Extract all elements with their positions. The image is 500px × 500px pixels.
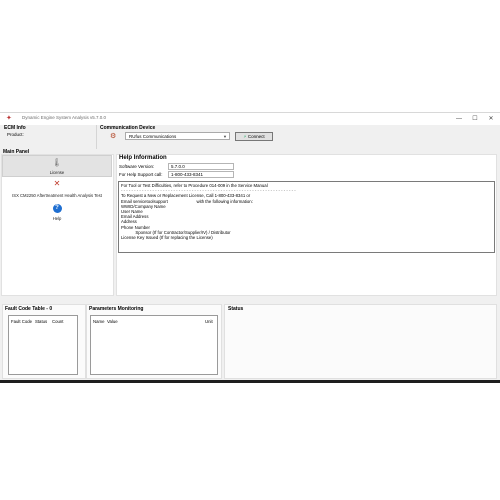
- fault-code-table[interactable]: Fault Code Status Count: [8, 315, 78, 375]
- connect-button-label: Connect: [247, 134, 265, 139]
- license-button-label: License: [49, 170, 65, 175]
- product-label: Product:: [7, 132, 24, 137]
- application-window: ✦ Dynamic Engine System Analysis v5.7.0.…: [0, 112, 500, 383]
- wrench-icon: ✕: [53, 179, 61, 188]
- license-button[interactable]: 🌡 License: [2, 155, 112, 177]
- column-header-count[interactable]: Count: [52, 319, 63, 324]
- minimize-button[interactable]: —: [452, 114, 466, 124]
- support-phone-field: 1-800-433-8341: [168, 171, 234, 178]
- ecm-info-label: ECM Info: [4, 125, 26, 131]
- plug-icon: ⚡: [243, 134, 247, 139]
- selected-device-text: RUfus Communications: [129, 134, 177, 139]
- close-button[interactable]: ✕: [484, 114, 498, 124]
- communication-device-select[interactable]: RUfus Communications ▼: [125, 132, 230, 140]
- title-bar: ✦ Dynamic Engine System Analysis v5.7.0.…: [0, 113, 500, 125]
- help-button-label: Help: [52, 216, 62, 221]
- support-phone-label: For Help Support call:: [119, 172, 163, 177]
- column-header-name[interactable]: Name: [93, 319, 104, 324]
- help-information-title: Help Information: [119, 155, 167, 161]
- thermometer-icon: 🌡: [51, 158, 63, 167]
- fault-code-table-label: Fault Code Table - 0: [5, 306, 53, 312]
- software-version-field: 5.7.0.0: [168, 163, 234, 170]
- software-version-label: Software Version:: [119, 164, 155, 169]
- help-line: License Key Issued (If for replacing the…: [121, 235, 213, 241]
- taskbar-edge: [0, 380, 500, 383]
- fault-code-group: Fault Code Table - 0 Fault Code Status C…: [2, 304, 86, 379]
- status-group: Status: [224, 304, 497, 379]
- help-button[interactable]: ? Help: [2, 200, 112, 222]
- column-header-status[interactable]: Status: [35, 319, 47, 324]
- parameters-monitoring-group: Parameters Monitoring Name Value Unit: [86, 304, 222, 379]
- column-header-unit[interactable]: Unit: [205, 319, 213, 324]
- communication-device-icon: ⚙: [110, 133, 117, 140]
- parameters-table[interactable]: Name Value Unit: [90, 315, 218, 375]
- status-label: Status: [228, 306, 244, 312]
- help-text-box[interactable]: For Tool or Test Difficulties, refer to …: [118, 181, 495, 253]
- aftertreatment-test-button[interactable]: ✕ ISX CM2250 Aftertreatment Health Analy…: [2, 177, 112, 199]
- window-title: Dynamic Engine System Analysis v5.7.0.0: [22, 115, 107, 120]
- communication-device-label: Communication Device: [100, 125, 156, 131]
- column-header-fault-code[interactable]: Fault Code: [11, 319, 32, 324]
- app-logo-icon: ✦: [6, 115, 12, 122]
- chevron-down-icon: ▼: [223, 134, 227, 139]
- column-header-value[interactable]: Value: [107, 319, 118, 324]
- parameters-monitoring-label: Parameters Monitoring: [89, 306, 144, 312]
- ecm-info-group: ECM Info Product:: [2, 125, 94, 149]
- connect-button[interactable]: ⚡ Connect: [235, 132, 273, 141]
- maximize-button[interactable]: ☐: [468, 114, 482, 124]
- help-icon: ?: [2, 202, 112, 213]
- aftertreatment-test-label: ISX CM2250 Aftertreatment Health Analysi…: [12, 193, 102, 198]
